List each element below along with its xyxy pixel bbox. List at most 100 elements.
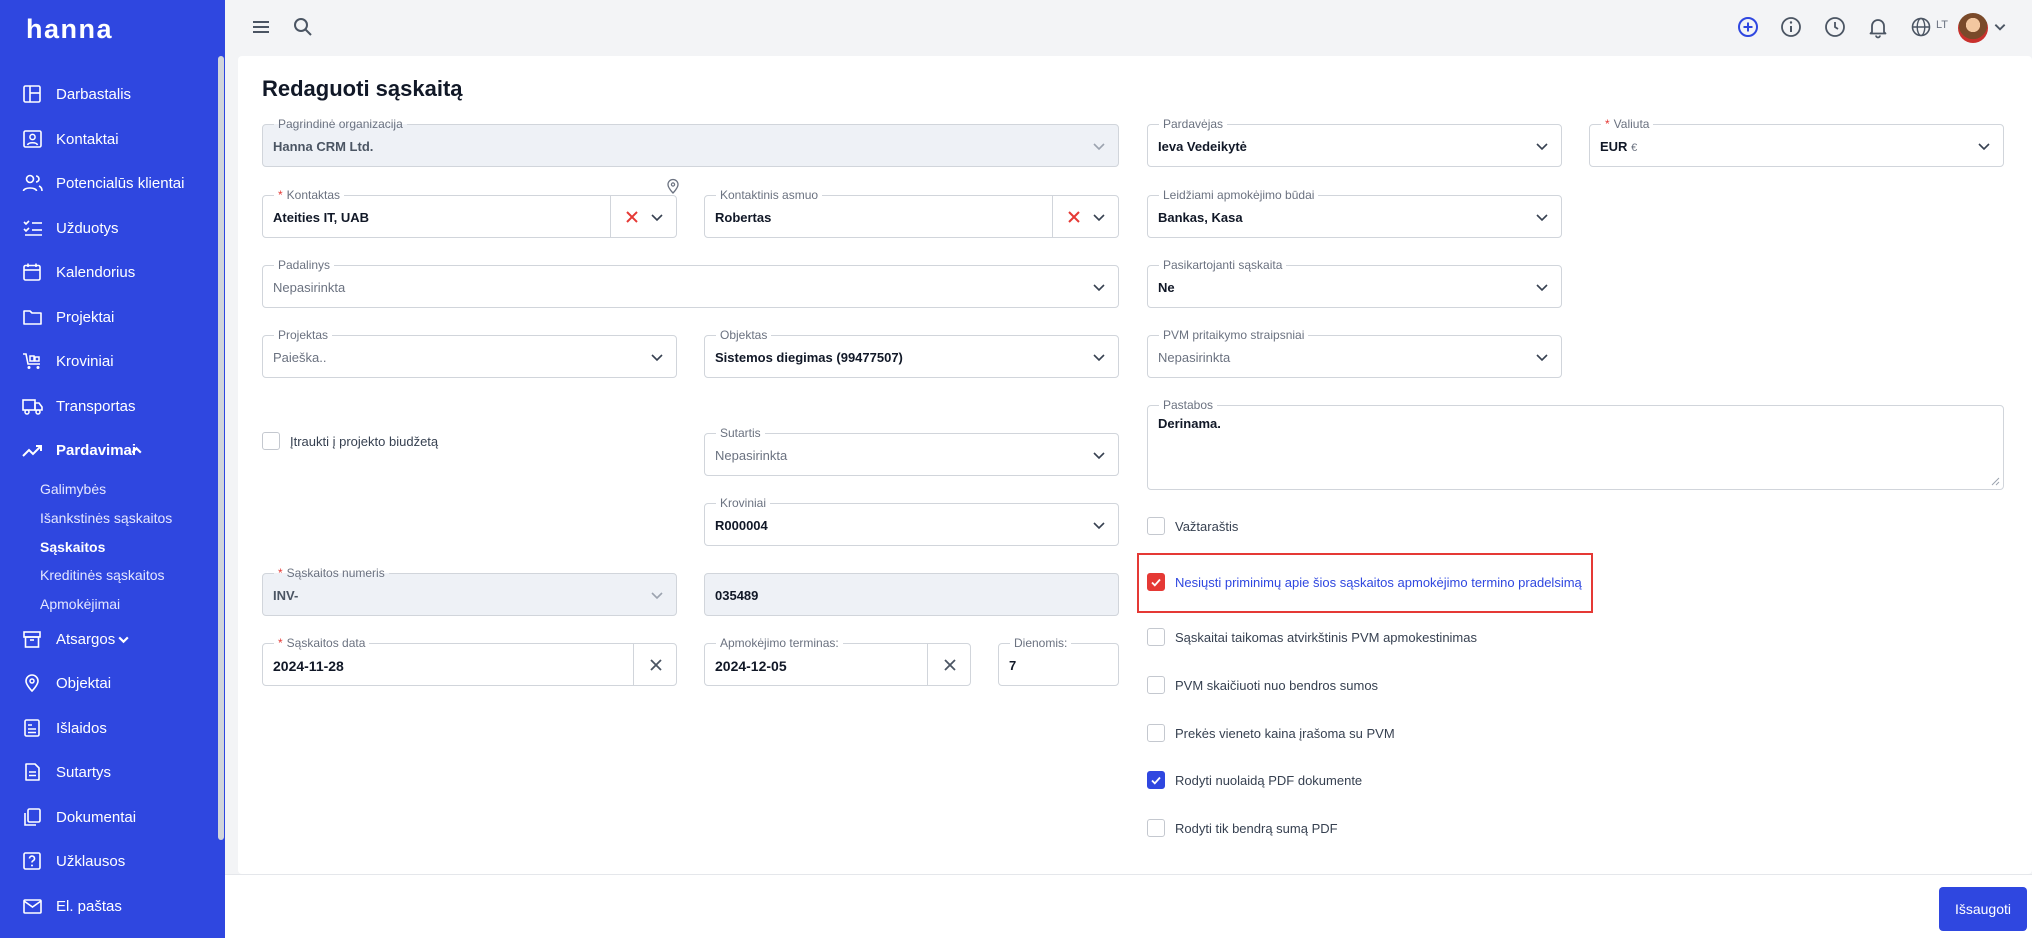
cart-icon (23, 353, 40, 369)
sidebar-sub-apmokejimai[interactable]: Apmokėjimai (40, 596, 120, 612)
sidebar-item-projektai[interactable]: Projektai (0, 297, 218, 337)
sidebar-item-el-pastas[interactable]: El. paštas (0, 886, 218, 926)
recurring-invoice-select[interactable]: Pasikartojanti sąskaita Ne (1147, 257, 1562, 308)
sidebar-item-kroviniai[interactable]: Kroviniai (0, 341, 218, 381)
sidebar-sub-kreditines-saskaitos[interactable]: Kreditinės sąskaitos (40, 567, 165, 583)
close-icon[interactable] (941, 656, 959, 674)
no-overdue-reminders-checkbox[interactable]: Nesiųsti priminimų apie šios sąskaitos a… (1147, 573, 1582, 591)
checkbox-box[interactable] (1147, 819, 1165, 837)
sidebar-sub-galimybes[interactable]: Galimybės (40, 481, 106, 497)
avatar[interactable] (1958, 13, 1988, 43)
sidebar-item-transportas[interactable]: Transportas (0, 386, 218, 426)
sidebar-item-label: Užduotys (56, 219, 119, 237)
chevron-down-icon (651, 592, 663, 600)
object-select[interactable]: Objektas Sistemos diegimas (99477507) (704, 327, 1119, 378)
division-select[interactable]: Padalinys Nepasirinkta (262, 257, 1119, 308)
sidebar-item-kontaktai[interactable]: Kontaktai (0, 119, 218, 159)
language-label[interactable]: LT (1936, 19, 1948, 31)
sidebar-item-uzduotys[interactable]: Užduotys (0, 208, 218, 248)
include-budget-checkbox[interactable]: Įtraukti į projekto biudžetą (262, 432, 438, 450)
sidebar-item-label: Projektai (56, 308, 115, 326)
sidebar-item-kalendorius[interactable]: Kalendorius (0, 252, 218, 292)
expenses-icon (24, 719, 40, 737)
currency-select[interactable]: * Valiuta EUR € (1589, 116, 2004, 167)
checkbox-label: Įtraukti į projekto biudžetą (290, 433, 439, 449)
chevron-down-icon (1536, 354, 1548, 362)
clear-icon[interactable] (1065, 208, 1083, 226)
search-icon[interactable] (292, 16, 314, 38)
field-label: Apmokėjimo terminas: (716, 635, 843, 651)
field-label: * Kontaktas (274, 187, 345, 203)
checkbox-box[interactable] (1147, 573, 1165, 591)
sidebar-item-label: Sutartys (56, 763, 112, 781)
contract-select[interactable]: Sutartis Nepasirinkta (704, 425, 1119, 476)
checkbox-box[interactable] (1147, 676, 1165, 694)
vat-total-checkbox[interactable]: PVM skaičiuoti nuo bendros sumos (1147, 676, 1378, 694)
invoice-date-input[interactable]: * Sąskaitos data 2024-11-28 (262, 635, 677, 686)
field-label: * Valiuta (1601, 116, 1654, 132)
add-circle-icon[interactable] (1736, 15, 1760, 39)
field-value: INV- (273, 588, 299, 603)
check-icon (1151, 578, 1161, 587)
sidebar-item-potencialus-klientai[interactable]: Potencialūs klientai (0, 163, 218, 203)
contact-person-select[interactable]: Kontaktinis asmuo Robertas (704, 187, 1119, 238)
invoice-number-input[interactable]: 035489 (704, 573, 1119, 616)
checkbox-box[interactable] (1147, 628, 1165, 646)
notes-textarea[interactable]: Pastabos Derinama. (1147, 397, 2004, 490)
main-organization-select[interactable]: Pagrindinė organizacija Hanna CRM Ltd. (262, 116, 1119, 167)
cargo-select[interactable]: Kroviniai R000004 (704, 495, 1119, 546)
sidebar-item-islaidos[interactable]: Išlaidos (0, 708, 218, 748)
globe-icon[interactable] (1910, 16, 1932, 38)
vat-articles-select[interactable]: PVM pritaikymo straipsniai Nepasirinkta (1147, 327, 1562, 378)
bell-icon[interactable] (1866, 15, 1890, 39)
total-only-pdf-checkbox[interactable]: Rodyti tik bendrą sumą PDF (1147, 819, 1338, 837)
sidebar-item-darbastalis[interactable]: Darbastalis (0, 74, 218, 114)
days-input[interactable]: Dienomis: 7 (998, 635, 1119, 686)
sidebar-item-sutartys[interactable]: Sutartys (0, 752, 218, 792)
clock-icon[interactable] (1823, 15, 1847, 39)
field-value: Hanna CRM Ltd. (273, 139, 374, 154)
save-button[interactable]: Išsaugoti (1939, 887, 2027, 931)
field-label: Pasikartojanti sąskaita (1159, 257, 1287, 273)
close-icon[interactable] (647, 656, 665, 674)
field-label: Pagrindinė organizacija (274, 116, 407, 132)
seller-select[interactable]: Pardavėjas Ieva Vedeikytė (1147, 116, 1562, 167)
due-date-input[interactable]: Apmokėjimo terminas: 2024-12-05 (704, 635, 971, 686)
field-label: Sutartis (716, 425, 765, 441)
invoice-series-select[interactable]: * Sąskaitos numeris INV- (262, 565, 677, 616)
app-logo[interactable]: hanna (26, 14, 113, 45)
field-value: 2024-12-05 (715, 658, 787, 674)
info-icon[interactable] (1779, 15, 1803, 39)
sidebar-scrollbar[interactable] (218, 56, 224, 840)
map-pin-icon[interactable] (666, 178, 680, 194)
sidebar-item-objektai[interactable]: Objektai (0, 663, 218, 703)
sidebar-sub-saskaitos[interactable]: Sąskaitos (40, 539, 105, 555)
waybill-checkbox[interactable]: Važtaraštis (1147, 517, 1238, 535)
checkbox-box[interactable] (1147, 517, 1165, 535)
sidebar-item-atsargos[interactable]: Atsargos (0, 619, 218, 659)
check-icon (1151, 776, 1161, 785)
chevron-down-icon (1093, 452, 1105, 460)
checkbox-box[interactable] (262, 432, 280, 450)
sidebar-sub-isankstines-saskaitos[interactable]: Išankstinės sąskaitos (40, 510, 172, 526)
sidebar-item-uzklausos[interactable]: Užklausos (0, 841, 218, 881)
dashboard-icon (23, 85, 41, 103)
project-select[interactable]: Projektas Paieška.. (262, 327, 677, 378)
payment-methods-select[interactable]: Leidžiami apmokėjimo būdai Bankas, Kasa (1147, 187, 1562, 238)
reverse-vat-checkbox[interactable]: Sąskaitai taikomas atvirkštinis PVM apmo… (1147, 628, 1477, 646)
chevron-down-icon[interactable] (1993, 20, 2007, 34)
resize-handle-icon[interactable] (1991, 477, 2000, 486)
location-icon (25, 674, 39, 692)
clear-icon[interactable] (623, 208, 641, 226)
checkbox-box[interactable] (1147, 771, 1165, 789)
field-value: Paieška.. (273, 350, 327, 365)
show-discount-pdf-checkbox[interactable]: Rodyti nuolaidą PDF dokumente (1147, 771, 1362, 789)
menu-icon[interactable] (250, 16, 272, 38)
sidebar-item-dokumentai[interactable]: Dokumentai (0, 797, 218, 837)
contact-select[interactable]: * Kontaktas Ateities IT, UAB (262, 187, 677, 238)
sidebar-item-pardavimai[interactable]: Pardavimai (0, 430, 218, 470)
checkbox-label: Sąskaitai taikomas atvirkštinis PVM apmo… (1175, 629, 1477, 645)
checkbox-box[interactable] (1147, 724, 1165, 742)
chevron-down-icon (1093, 354, 1105, 362)
unit-price-with-vat-checkbox[interactable]: Prekės vieneto kaina įrašoma su PVM (1147, 724, 1395, 742)
